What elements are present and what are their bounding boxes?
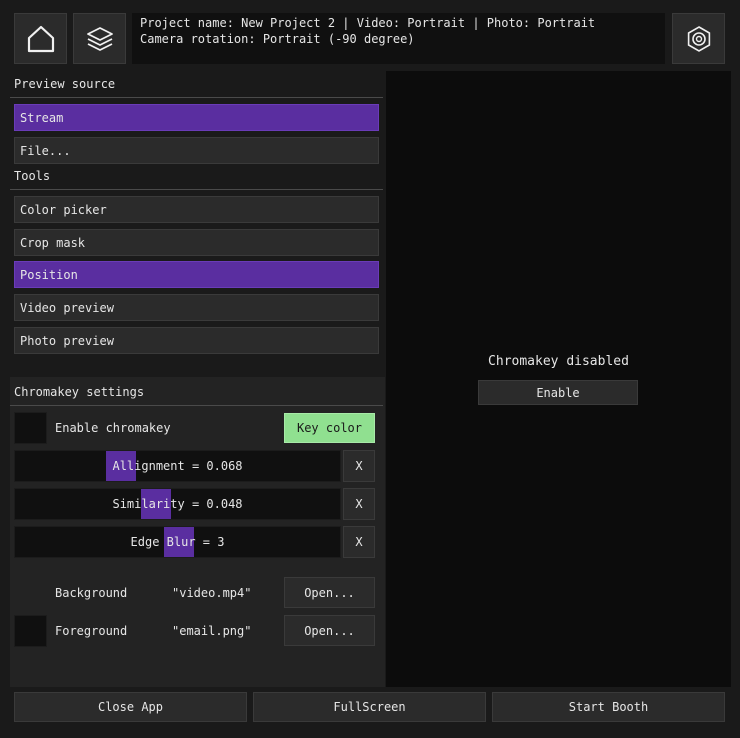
settings-hexagon-icon [687, 25, 710, 52]
foreground-label: Foreground [55, 624, 128, 638]
tool-position[interactable]: Position [14, 261, 379, 288]
tool-color-picker[interactable]: Color picker [14, 196, 379, 223]
allignment-slider-label: Allignment = 0.068 [112, 459, 243, 473]
fullscreen-button[interactable]: FullScreen [253, 692, 486, 722]
preview-source-file[interactable]: File... [14, 137, 379, 164]
preview-source-title: Preview source [14, 77, 116, 91]
home-icon [27, 25, 54, 52]
similarity-slider[interactable]: Similarity = 0.048 [14, 488, 341, 520]
similarity-reset-button[interactable]: X [343, 488, 375, 520]
layers-icon [86, 26, 113, 51]
home-button[interactable] [14, 13, 67, 64]
chromakey-title: Chromakey settings [14, 385, 145, 399]
tool-video-preview[interactable]: Video preview [14, 294, 379, 321]
tool-photo-preview[interactable]: Photo preview [14, 327, 379, 354]
settings-button[interactable] [672, 13, 725, 64]
chromakey-divider [10, 405, 383, 406]
preview-source-divider [10, 97, 383, 98]
project-info-line2: Camera rotation: Portrait (-90 degree) [140, 32, 415, 46]
enable-chromakey-checkbox[interactable] [14, 412, 47, 444]
background-file: "video.mp4" [172, 586, 252, 600]
edge-blur-slider[interactable]: Edge Blur = 3 [14, 526, 341, 558]
edge-blur-reset-button[interactable]: X [343, 526, 375, 558]
key-color-button[interactable]: Key color [284, 413, 375, 443]
foreground-checkbox[interactable] [14, 615, 47, 647]
project-info-panel: Project name: New Project 2 | Video: Por… [132, 13, 665, 64]
enable-chromakey-button[interactable]: Enable [478, 380, 638, 405]
allignment-reset-button[interactable]: X [343, 450, 375, 482]
foreground-file: "email.png" [172, 624, 252, 638]
tools-divider [10, 189, 383, 190]
background-label: Background [55, 586, 128, 600]
preview-source-stream[interactable]: Stream [14, 104, 379, 131]
close-app-button[interactable]: Close App [14, 692, 247, 722]
edge-blur-slider-label: Edge Blur = 3 [130, 535, 225, 549]
enable-chromakey-label: Enable chromakey [55, 421, 171, 435]
layers-button[interactable] [73, 13, 126, 64]
similarity-slider-label: Similarity = 0.048 [112, 497, 243, 511]
allignment-slider[interactable]: Allignment = 0.068 [14, 450, 341, 482]
preview-status: Chromakey disabled [488, 354, 629, 369]
tools-title: Tools [14, 169, 51, 183]
background-open-button[interactable]: Open... [284, 577, 375, 608]
tool-crop-mask[interactable]: Crop mask [14, 229, 379, 256]
preview-area [386, 71, 731, 687]
foreground-open-button[interactable]: Open... [284, 615, 375, 646]
start-booth-button[interactable]: Start Booth [492, 692, 725, 722]
project-info-line1: Project name: New Project 2 | Video: Por… [140, 16, 596, 30]
